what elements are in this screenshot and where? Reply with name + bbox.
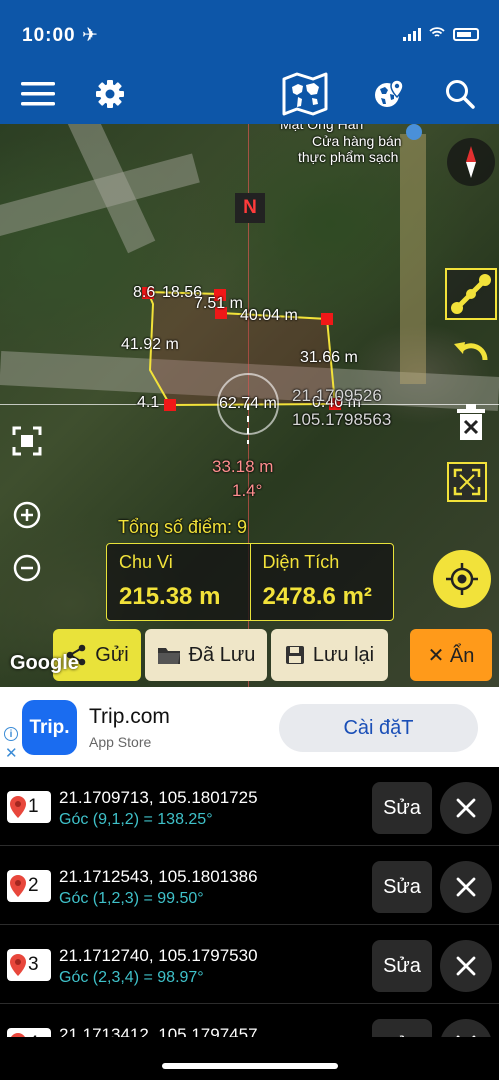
save-label: Lưu lại (312, 643, 375, 666)
point-row[interactable]: 1 21.1709713, 105.1801725 Góc (9,1,2) = … (0, 767, 499, 846)
cursor-distance: 33.18 m (212, 457, 274, 476)
point-number: 2 (28, 875, 39, 896)
map-pin-icon (10, 875, 26, 897)
home-indicator[interactable] (162, 1063, 338, 1069)
edit-point-button[interactable]: Sửa (372, 940, 432, 992)
ad-close-icon[interactable]: ✕ (5, 744, 18, 762)
point-number: 1 (28, 796, 39, 817)
point-angle: Góc (1,2,3) = 99.50° (59, 890, 204, 907)
center-latitude: 21.1709526 (292, 386, 382, 405)
shop-pin-icon (406, 124, 422, 140)
delete-trash-icon[interactable] (445, 396, 497, 448)
map-icon[interactable] (280, 70, 330, 118)
perimeter-label: Chu Vi (119, 552, 173, 572)
total-points-label: Tổng số điểm: 9 (118, 517, 248, 537)
edit-point-button[interactable]: Sửa (372, 861, 432, 913)
point-badge: 2 (7, 870, 51, 902)
saved-button[interactable]: Đã Lưu (145, 629, 267, 681)
point-row[interactable]: 4 21.1713412, 105.1797457 Sửa (0, 1004, 499, 1037)
map-pin-icon (10, 954, 26, 976)
send-label: Gửi (95, 643, 129, 666)
zoom-out-icon[interactable] (8, 549, 46, 587)
point-badge: 4 (7, 1028, 51, 1037)
signal-icon (403, 27, 421, 41)
poi-label: Mặt Ông Hàn (280, 124, 364, 132)
cursor-angle: 1.4° (232, 481, 263, 500)
menu-icon[interactable] (14, 70, 62, 118)
compass-icon[interactable] (445, 136, 497, 188)
edit-point-button[interactable]: Sửa (372, 782, 432, 834)
zoom-in-icon[interactable] (8, 496, 46, 534)
draw-line-tool-icon[interactable] (445, 268, 497, 320)
point-coordinates: 21.1712543, 105.1801386 (59, 867, 258, 886)
folder-icon (157, 648, 180, 664)
satellite-map[interactable]: Mặt Ông Hàn Cửa hàng bán thực phẩm sạch … (0, 124, 499, 687)
segment-length-label: 40.04 m (240, 307, 298, 324)
ad-subtitle: App Store (89, 734, 152, 750)
point-number: 3 (28, 954, 39, 975)
point-badge: 3 (7, 949, 51, 981)
points-list[interactable]: 1 21.1709713, 105.1801725 Góc (9,1,2) = … (0, 767, 499, 1037)
close-icon (456, 956, 476, 976)
delete-point-button[interactable] (440, 782, 492, 834)
status-icons (403, 26, 479, 42)
home-bar-area (0, 1037, 499, 1080)
area-box: Diện Tích 2478.6 m² (249, 544, 394, 620)
point-row[interactable]: 2 21.1712543, 105.1801386 Góc (1,2,3) = … (0, 846, 499, 925)
undo-icon[interactable] (445, 330, 497, 382)
segment-length-label: 7.51 m (194, 295, 243, 312)
close-icon (456, 798, 476, 818)
poi-label: Cửa hàng bán (312, 133, 402, 149)
ad-title: Trip.com (89, 705, 170, 728)
edit-point-button[interactable]: Sửa (372, 1019, 432, 1037)
top-app-bar: 10:00 ✈ (0, 0, 499, 124)
point-coordinates: 21.1712740, 105.1797530 (59, 946, 258, 965)
battery-icon (453, 27, 479, 41)
globe-pin-icon[interactable] (365, 70, 413, 118)
point-angle: Góc (2,3,4) = 98.97° (59, 969, 204, 986)
point-coordinates: 21.1713412, 105.1797457 (59, 1025, 258, 1037)
segment-length-label: 31.66 m (300, 349, 358, 366)
north-indicator: N (235, 193, 265, 223)
saved-label: Đã Lưu (188, 643, 256, 666)
save-button[interactable]: Lưu lại (271, 629, 388, 681)
segment-length-label: 4.1 (137, 394, 160, 411)
wifi-icon (429, 26, 445, 42)
map-pin-icon (10, 796, 26, 818)
area-label: Diện Tích (262, 552, 340, 572)
my-location-button[interactable] (433, 550, 491, 608)
measurement-panel: Chu Vi 215.38 m Diện Tích 2478.6 m² (106, 543, 394, 621)
close-icon (456, 877, 476, 897)
area-value: 2478.6 m² (262, 583, 372, 610)
trip-logo: Trip. (22, 700, 77, 755)
ad-banner[interactable]: i ✕ Trip. Trip.com App Store Cài đặT (0, 687, 499, 767)
fit-screen-icon[interactable] (447, 462, 487, 502)
point-angle: Góc (9,1,2) = 138.25° (59, 811, 213, 828)
perimeter-box: Chu Vi 215.38 m (107, 544, 250, 620)
point-badge: 1 (7, 791, 51, 823)
floppy-disk-icon (285, 646, 304, 664)
delete-point-button[interactable] (440, 861, 492, 913)
delete-point-button[interactable] (440, 940, 492, 992)
perimeter-value: 215.38 m (119, 583, 221, 610)
segment-length-label: 8.6 (133, 284, 156, 301)
status-time: 10:00 ✈ (22, 25, 99, 46)
point-coordinates: 21.1709713, 105.1801725 (59, 788, 258, 807)
segment-length-label: 41.92 m (121, 336, 179, 353)
google-attribution: Google (10, 652, 79, 674)
center-longitude: 105.1798563 (292, 410, 392, 429)
search-icon[interactable] (436, 70, 484, 118)
crosshair-location-icon (446, 563, 478, 595)
segment-length-label: 62.74 m (219, 395, 277, 412)
delete-point-button[interactable] (440, 1019, 492, 1037)
ad-info-icon[interactable]: i (4, 727, 18, 741)
point-row[interactable]: 3 21.1712740, 105.1797530 Góc (2,3,4) = … (0, 925, 499, 1004)
ad-install-button[interactable]: Cài đặT (279, 704, 478, 752)
fullscreen-focus-icon[interactable] (8, 422, 46, 460)
settings-icon[interactable] (86, 70, 134, 118)
hide-button[interactable]: ✕ Ẩn (410, 629, 492, 681)
poi-label: thực phẩm sạch (298, 149, 399, 165)
